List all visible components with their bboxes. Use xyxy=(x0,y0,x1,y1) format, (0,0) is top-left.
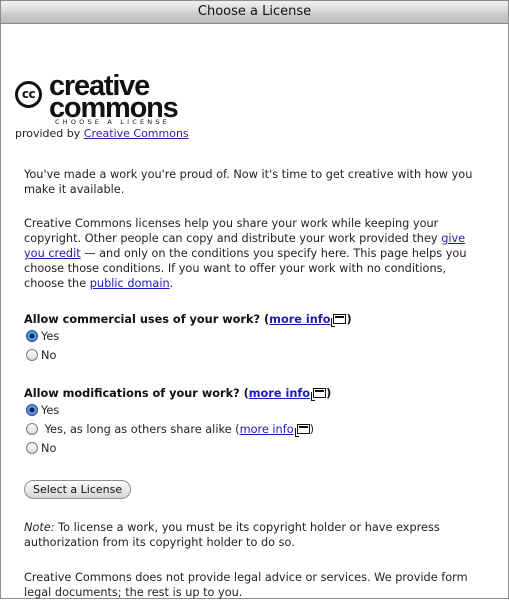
share-alike-more-info-link[interactable]: more info xyxy=(240,423,294,436)
modifications-question-text: Allow modifications of your work? xyxy=(24,387,240,400)
note-label: Note: xyxy=(24,521,55,534)
radio-button-selected[interactable] xyxy=(26,404,38,416)
logo-tagline: CHOOSE A LICENSE xyxy=(55,118,170,126)
modifications-option-no[interactable]: No xyxy=(26,442,56,456)
commercial-yes-label: Yes xyxy=(41,330,60,343)
radio-button-selected[interactable] xyxy=(26,330,38,342)
window-title: Choose a License xyxy=(1,1,508,24)
modifications-option-share-alike[interactable]: Yes, as long as others share alike (more… xyxy=(26,423,314,437)
radio-button[interactable] xyxy=(26,423,38,435)
note-paragraph: Note: To license a work, you must be its… xyxy=(24,520,489,550)
commercial-question-text: Allow commercial uses of your work? xyxy=(24,313,261,326)
intro-p2-text-a: Creative Commons licenses help you share… xyxy=(24,217,442,245)
commercial-question: Allow commercial uses of your work? (mor… xyxy=(24,313,352,327)
share-alike-label: Yes, as long as others share alike xyxy=(44,423,232,436)
license-window: Choose a License cc creative commons CHO… xyxy=(0,0,509,599)
commercial-more-info-link[interactable]: more info xyxy=(269,313,330,326)
intro-p2-text-c: . xyxy=(169,277,174,290)
public-domain-link[interactable]: public domain xyxy=(90,277,170,290)
provided-by-prefix: provided by xyxy=(15,127,84,140)
radio-button[interactable] xyxy=(26,442,38,454)
modifications-yes-label: Yes xyxy=(41,404,60,417)
modifications-more-info-link[interactable]: more info xyxy=(249,387,310,400)
disclaimer-paragraph: Creative Commons does not provide legal … xyxy=(24,571,468,599)
commercial-no-label: No xyxy=(41,349,57,362)
creative-commons-logo: cc creative commons CHOOSE A LICENSE xyxy=(15,60,190,126)
creative-commons-link[interactable]: Creative Commons xyxy=(84,127,189,140)
new-window-icon xyxy=(311,388,327,401)
commercial-option-no[interactable]: No xyxy=(26,349,56,363)
modifications-no-label: No xyxy=(41,442,57,455)
intro-paragraph-2: Creative Commons licenses help you share… xyxy=(24,216,489,291)
modifications-option-yes[interactable]: Yes xyxy=(26,404,59,418)
provided-by: provided by Creative Commons xyxy=(15,127,189,140)
radio-button[interactable] xyxy=(26,349,38,361)
modifications-question: Allow modifications of your work? (more … xyxy=(24,387,332,401)
new-window-icon xyxy=(331,314,347,327)
note-text: To license a work, you must be its copyr… xyxy=(24,521,440,549)
content-area: cc creative commons CHOOSE A LICENSE pro… xyxy=(1,24,508,599)
intro-paragraph-1: You've made a work you're proud of. Now … xyxy=(24,168,473,196)
new-window-icon xyxy=(294,424,310,437)
commercial-option-yes[interactable]: Yes xyxy=(26,330,59,344)
cc-icon: cc xyxy=(15,81,42,108)
select-license-button[interactable]: Select a License xyxy=(24,480,132,499)
